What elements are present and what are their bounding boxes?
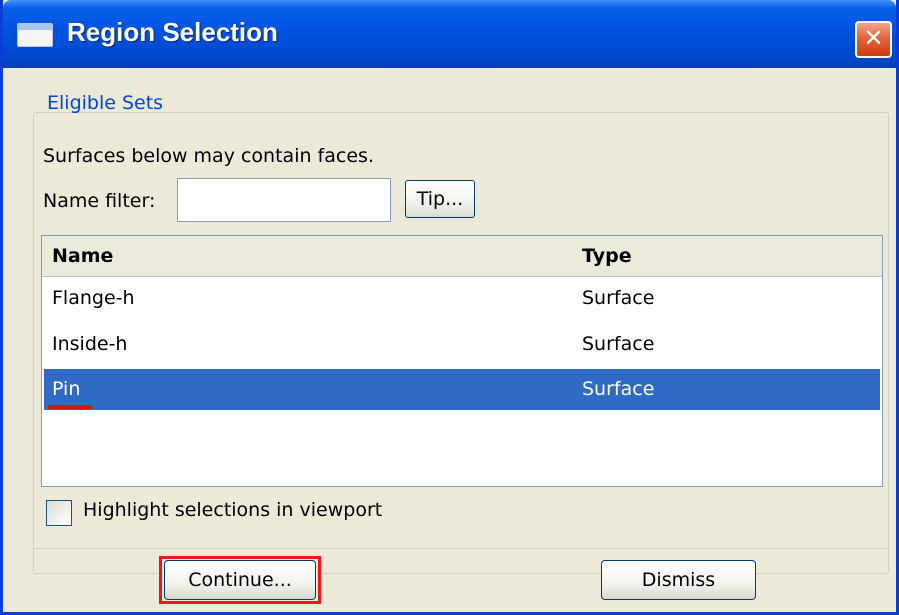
- title-bar[interactable]: Region Selection ✕: [3, 0, 896, 68]
- dialog-body: Eligible Sets Surfaces below may contain…: [3, 68, 896, 612]
- button-separator: [33, 548, 889, 549]
- annotation-highlight-box: [159, 556, 321, 604]
- dismiss-button[interactable]: Dismiss: [601, 560, 756, 600]
- highlight-label[interactable]: Highlight selections in viewport: [83, 499, 382, 521]
- window-icon: [17, 23, 53, 47]
- table-header: Name Type: [42, 236, 882, 277]
- row-name-cell: Pin: [52, 378, 81, 400]
- row-type-cell: Surface: [582, 333, 655, 355]
- window-title: Region Selection: [67, 17, 278, 47]
- row-name-cell: Flange-h: [52, 287, 135, 309]
- row-type-cell: Surface: [582, 378, 655, 400]
- tip-button[interactable]: Tip...: [405, 180, 475, 218]
- annotation-underline: [48, 405, 92, 409]
- name-filter-label: Name filter:: [43, 190, 156, 212]
- highlight-checkbox[interactable]: [46, 500, 72, 526]
- row-type-cell: Surface: [582, 287, 655, 309]
- section-title: Eligible Sets: [47, 92, 164, 114]
- name-filter-input[interactable]: [177, 178, 391, 222]
- row-name-cell: Inside-h: [52, 333, 128, 355]
- sets-table[interactable]: Name Type Flange-h Surface Inside-h Surf…: [41, 235, 883, 487]
- close-button[interactable]: ✕: [855, 21, 892, 58]
- table-row-selected[interactable]: Pin Surface: [44, 369, 880, 410]
- table-row[interactable]: Flange-h Surface: [44, 278, 880, 319]
- table-row[interactable]: Inside-h Surface: [44, 324, 880, 365]
- close-icon: ✕: [863, 24, 884, 52]
- region-selection-dialog: Region Selection ✕ Eligible Sets Surface…: [0, 0, 899, 615]
- column-header-type[interactable]: Type: [582, 245, 632, 267]
- description-text: Surfaces below may contain faces.: [43, 145, 374, 167]
- column-header-name[interactable]: Name: [52, 245, 113, 267]
